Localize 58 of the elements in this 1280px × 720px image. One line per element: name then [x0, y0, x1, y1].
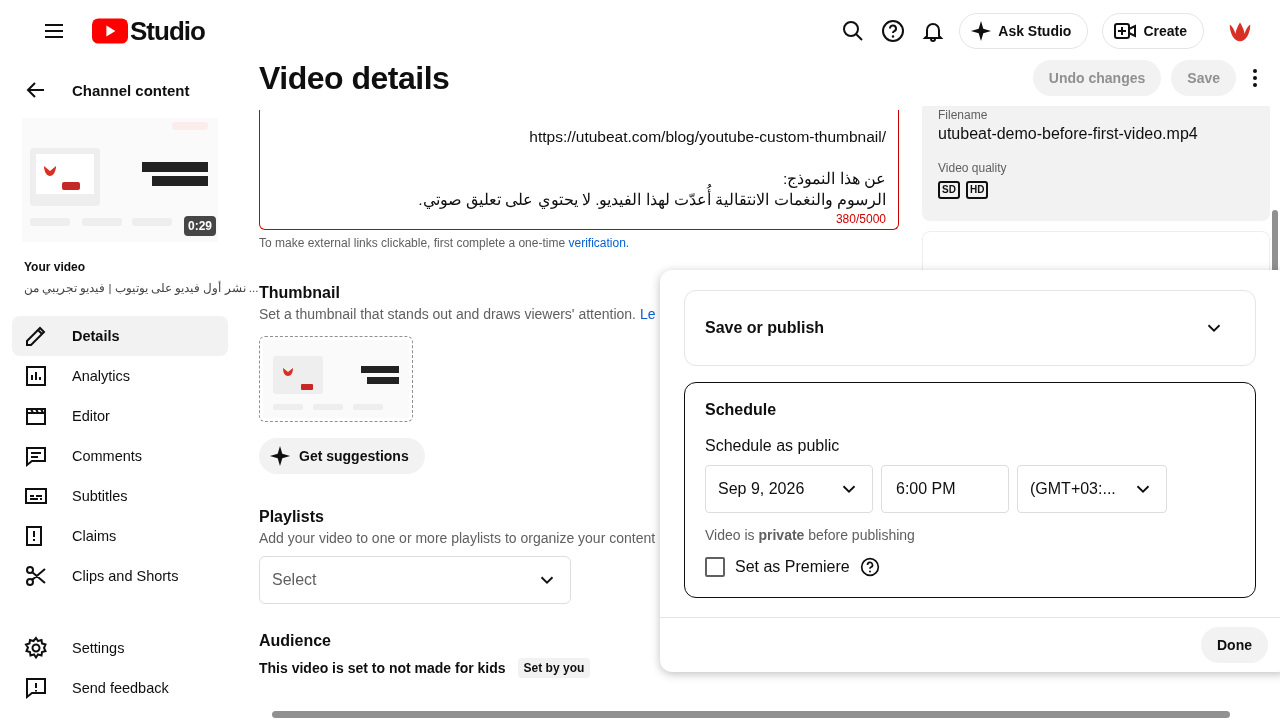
scissors-icon — [24, 564, 48, 588]
filename-label: Filename — [938, 108, 989, 122]
sidebar-item[interactable]: Details — [12, 316, 228, 356]
quality-badge: SD — [938, 181, 960, 199]
timezone-dropdown[interactable]: (GMT+03:... — [1017, 465, 1167, 513]
sidebar-item[interactable]: Comments — [12, 436, 228, 476]
verification-link[interactable]: verification — [568, 236, 626, 250]
sidebar-item[interactable]: Claims — [12, 516, 228, 556]
video-title: ... نشر أول فيديو على يوتيوب | فيديو تجريبي من — [24, 281, 259, 295]
date-dropdown[interactable]: Sep 9, 2026 — [705, 465, 873, 513]
schedule-subheading: Schedule as public — [705, 437, 841, 455]
video-quality-label: Video quality — [938, 161, 1008, 175]
time-field[interactable]: 6:00 PM — [881, 465, 1009, 513]
help-icon[interactable] — [859, 557, 880, 577]
play-logo-icon[interactable] — [92, 18, 128, 44]
learn-more-link[interactable]: Le — [639, 306, 656, 322]
sparkle-icon — [269, 445, 291, 467]
pencil-icon — [24, 324, 48, 348]
horizontal-scrollbar[interactable] — [272, 710, 1230, 718]
settings-icon — [24, 636, 48, 660]
verification-hint: To make external links clickable, first complete a one-time verification. — [259, 236, 631, 250]
playlists-heading: Playlists — [259, 508, 325, 526]
comment-icon — [24, 444, 48, 468]
sidebar-item[interactable]: Analytics — [12, 356, 228, 396]
quality-badge: HD — [965, 181, 989, 199]
sidebar-item[interactable]: Subtitles — [12, 476, 228, 516]
done-button[interactable]: Done — [1201, 627, 1268, 663]
sidebar-item[interactable]: Settings — [12, 628, 228, 668]
more-options-icon[interactable] — [1252, 68, 1258, 88]
sidebar-item[interactable]: Editor — [12, 396, 228, 436]
create-button[interactable]: Create — [1102, 13, 1204, 49]
premiere-checkbox[interactable] — [705, 557, 725, 577]
save-or-publish-section[interactable]: Save or publish — [684, 290, 1256, 366]
page-title: Video details — [259, 59, 450, 97]
vertical-scrollbar[interactable] — [1272, 210, 1278, 272]
channel-content-title: Channel content — [72, 81, 190, 99]
get-suggestions-button[interactable]: Get suggestions — [259, 438, 425, 474]
set-by-you-chip: Set by you — [517, 658, 591, 678]
studio-logo-text: Studio — [130, 15, 205, 47]
your-video-label: Your video — [24, 260, 87, 274]
premiere-label: Set as Premiere — [735, 558, 850, 576]
sidebar-item[interactable]: Send feedback — [12, 668, 228, 708]
playlists-description: Add your video to one or more playlists to organize your content — [259, 530, 656, 546]
audience-status: This video is set to not made for kids — [259, 660, 506, 676]
schedule-heading: Schedule — [705, 401, 778, 419]
feedback-icon — [24, 676, 48, 700]
ask-studio-button[interactable]: Ask Studio — [959, 13, 1089, 49]
sidebar-item[interactable]: Clips and Shorts — [12, 556, 228, 596]
private-note: Video is private before publishing — [705, 527, 916, 543]
character-counter: 380/5000 — [834, 212, 886, 226]
duration-badge: 0:29 — [183, 216, 216, 236]
thumbnail-description: Set a thumbnail that stands out and draws viewers' attention. Le — [259, 306, 656, 322]
playlist-dropdown[interactable]: Select — [259, 556, 571, 604]
audience-heading: Audience — [259, 632, 332, 650]
help-icon[interactable] — [881, 19, 906, 43]
thumbnail-heading: Thumbnail — [259, 284, 341, 302]
chart-icon — [24, 364, 48, 388]
filename-value: utubeat-demo-before-first-video.mp4 — [938, 125, 1199, 143]
